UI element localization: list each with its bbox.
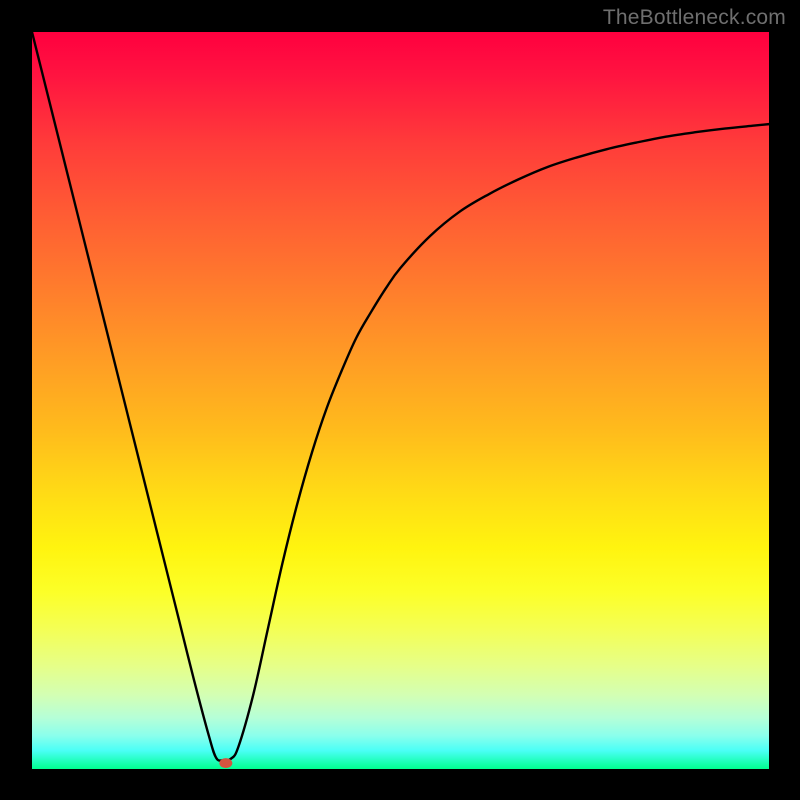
chart-frame: TheBottleneck.com (0, 0, 800, 800)
plot-area (32, 32, 769, 769)
bottleneck-curve (32, 32, 769, 761)
curve-layer (32, 32, 769, 769)
watermark-text: TheBottleneck.com (603, 6, 786, 30)
optimum-marker (219, 758, 232, 768)
